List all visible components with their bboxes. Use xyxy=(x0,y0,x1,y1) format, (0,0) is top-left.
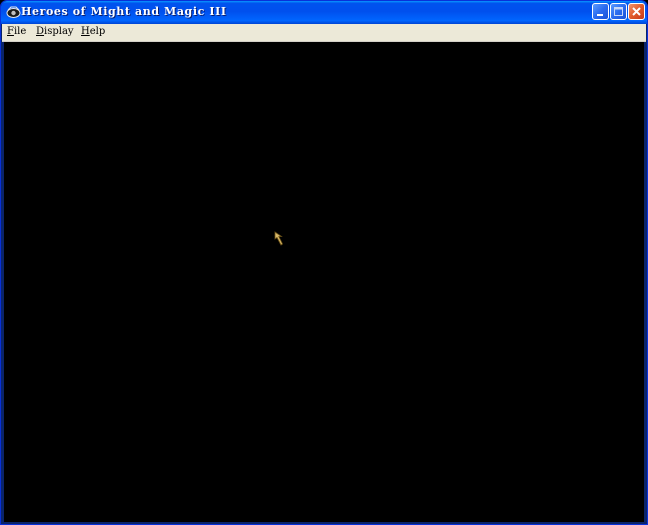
menu-display-label: isplay xyxy=(44,26,74,37)
window-title: Heroes of Might and Magic III xyxy=(21,5,227,18)
menu-file-accel: F xyxy=(7,26,14,37)
maximize-button[interactable] xyxy=(610,3,627,20)
pointer-cursor-icon xyxy=(274,231,286,247)
menu-file[interactable]: File xyxy=(7,26,26,37)
game-window: Heroes of Might and Magic III File Displ… xyxy=(0,0,648,525)
menu-display[interactable]: Display xyxy=(36,26,74,37)
close-button[interactable] xyxy=(628,3,645,20)
menu-bar: File Display Help xyxy=(2,24,646,42)
menu-help[interactable]: Help xyxy=(81,26,105,37)
menu-display-accel: D xyxy=(36,26,45,37)
menu-help-label: elp xyxy=(89,26,106,37)
minimize-button[interactable] xyxy=(592,3,609,20)
menu-help-accel: H xyxy=(81,26,90,37)
game-eye-icon[interactable] xyxy=(6,5,21,20)
menu-file-label: ile xyxy=(13,26,27,37)
title-bar[interactable]: Heroes of Might and Magic III xyxy=(1,1,647,24)
game-viewport[interactable] xyxy=(4,42,644,522)
